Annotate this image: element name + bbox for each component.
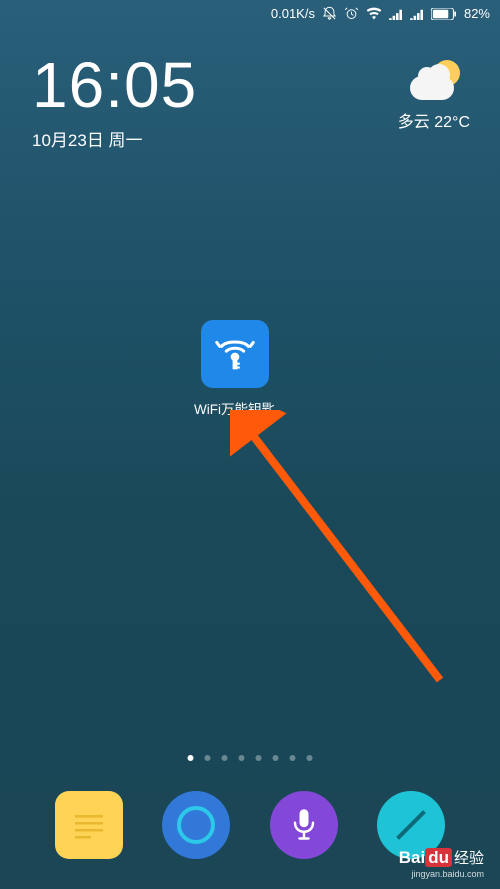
page-dot [239,755,245,761]
signal-icon-1 [389,8,403,20]
clock-widget[interactable]: 16:05 10月23日 周一 [32,48,197,151]
watermark-url: jingyan.baidu.com [399,869,484,879]
dock-app-voice[interactable] [270,791,338,859]
alarm-icon [344,6,359,21]
time-display: 16:05 [32,48,197,122]
weather-widget[interactable]: 多云 22°C [398,58,470,132]
app-wifi-key[interactable]: WiFi万能钥匙 [194,320,275,418]
date-display: 10月23日 周一 [32,126,197,151]
page-dot [256,755,262,761]
page-dot [205,755,211,761]
status-bar: 0.01K/s 82% [271,6,490,21]
dock-app-notes[interactable] [55,791,123,859]
page-dot [307,755,313,761]
dock-app-cortana[interactable] [162,791,230,859]
page-dot [273,755,279,761]
battery-percent: 82% [464,6,490,21]
app-icon [201,320,269,388]
watermark: Baidu经验 jingyan.baidu.com [399,847,484,879]
wifi-icon [366,7,382,20]
annotation-arrow [230,410,460,700]
app-label: WiFi万能钥匙 [194,398,275,418]
network-speed: 0.01K/s [271,6,315,21]
battery-icon [431,8,457,20]
page-dot [290,755,296,761]
weather-text: 多云 22°C [398,108,470,132]
signal-icon-2 [410,8,424,20]
page-dot [222,755,228,761]
weather-cloudy-icon [408,58,460,100]
watermark-logo: Baidu经验 [399,847,484,868]
page-indicator [188,755,313,761]
dnd-icon [322,6,337,21]
page-dot [188,755,194,761]
